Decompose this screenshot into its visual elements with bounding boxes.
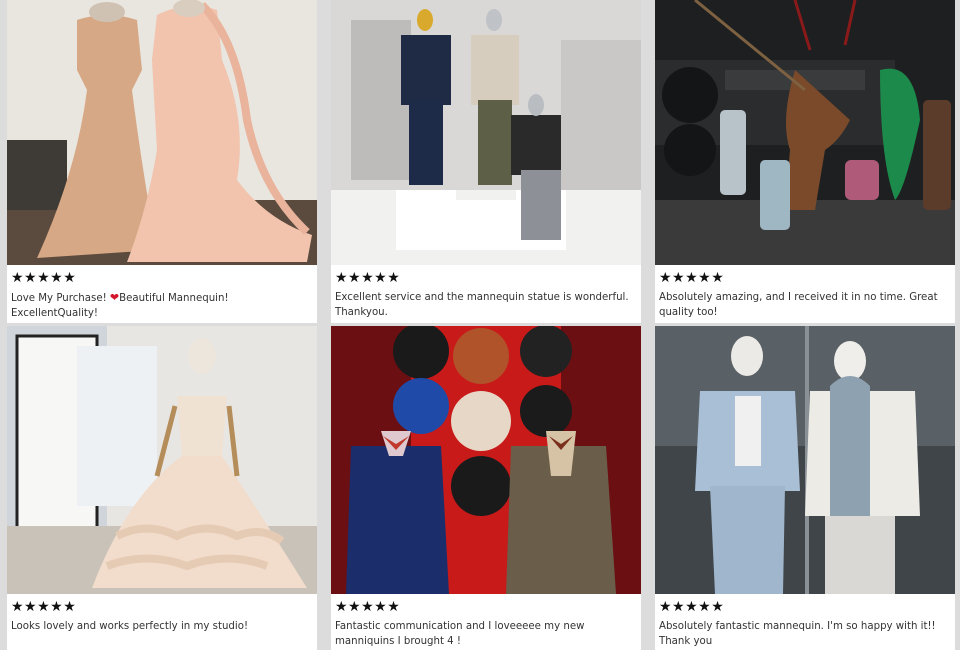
review-card-6[interactable]: ★★★★★ Absolutely fantastic mannequin. I'… — [655, 326, 955, 650]
review-grid: ★★★★★ Love My Purchase! ❤Beautiful Manne… — [0, 0, 960, 650]
review-card-2[interactable]: ★★★★★ Excellent service and the mannequi… — [331, 0, 641, 323]
review-card-4[interactable]: ★★★★★ Looks lovely and works perfectly i… — [7, 326, 317, 650]
star-rating: ★★★★★ — [659, 599, 725, 615]
review-text: Absolutely fantastic mannequin. I'm so h… — [659, 621, 936, 647]
review-card-1[interactable]: ★★★★★ Love My Purchase! ❤Beautiful Manne… — [7, 0, 317, 323]
star-rating: ★★★★★ — [335, 599, 401, 615]
review-photo-gowns[interactable] — [7, 0, 317, 265]
review-text: Fantastic communication and I loveeeee m… — [335, 621, 585, 647]
review-photo-bridal-gown[interactable] — [7, 326, 317, 594]
review-photo-menswear-store[interactable] — [331, 0, 641, 265]
review-text: Excellent service and the mannequin stat… — [335, 292, 629, 318]
review-card-5[interactable]: ★★★★★ Fantastic communication and I love… — [331, 326, 641, 650]
review-text: Love My Purchase! ❤Beautiful Mannequin! … — [11, 290, 313, 321]
star-rating: ★★★★★ — [11, 270, 77, 286]
review-photo-shelf-hand[interactable] — [655, 0, 955, 265]
review-text: Looks lovely and works perfectly in my s… — [11, 621, 249, 632]
star-rating: ★★★★★ — [11, 599, 77, 615]
star-rating: ★★★★★ — [335, 270, 401, 286]
review-card-3[interactable]: ★★★★★ Absolutely amazing, and I received… — [655, 0, 955, 323]
review-photo-denim-window[interactable] — [655, 326, 955, 594]
review-text-part-1: Love My Purchase! — [11, 293, 110, 304]
star-rating: ★★★★★ — [659, 270, 725, 286]
heart-icon: ❤ — [109, 291, 120, 304]
review-photo-suits-hats[interactable] — [331, 326, 641, 594]
review-text: Absolutely amazing, and I received it in… — [659, 292, 938, 318]
